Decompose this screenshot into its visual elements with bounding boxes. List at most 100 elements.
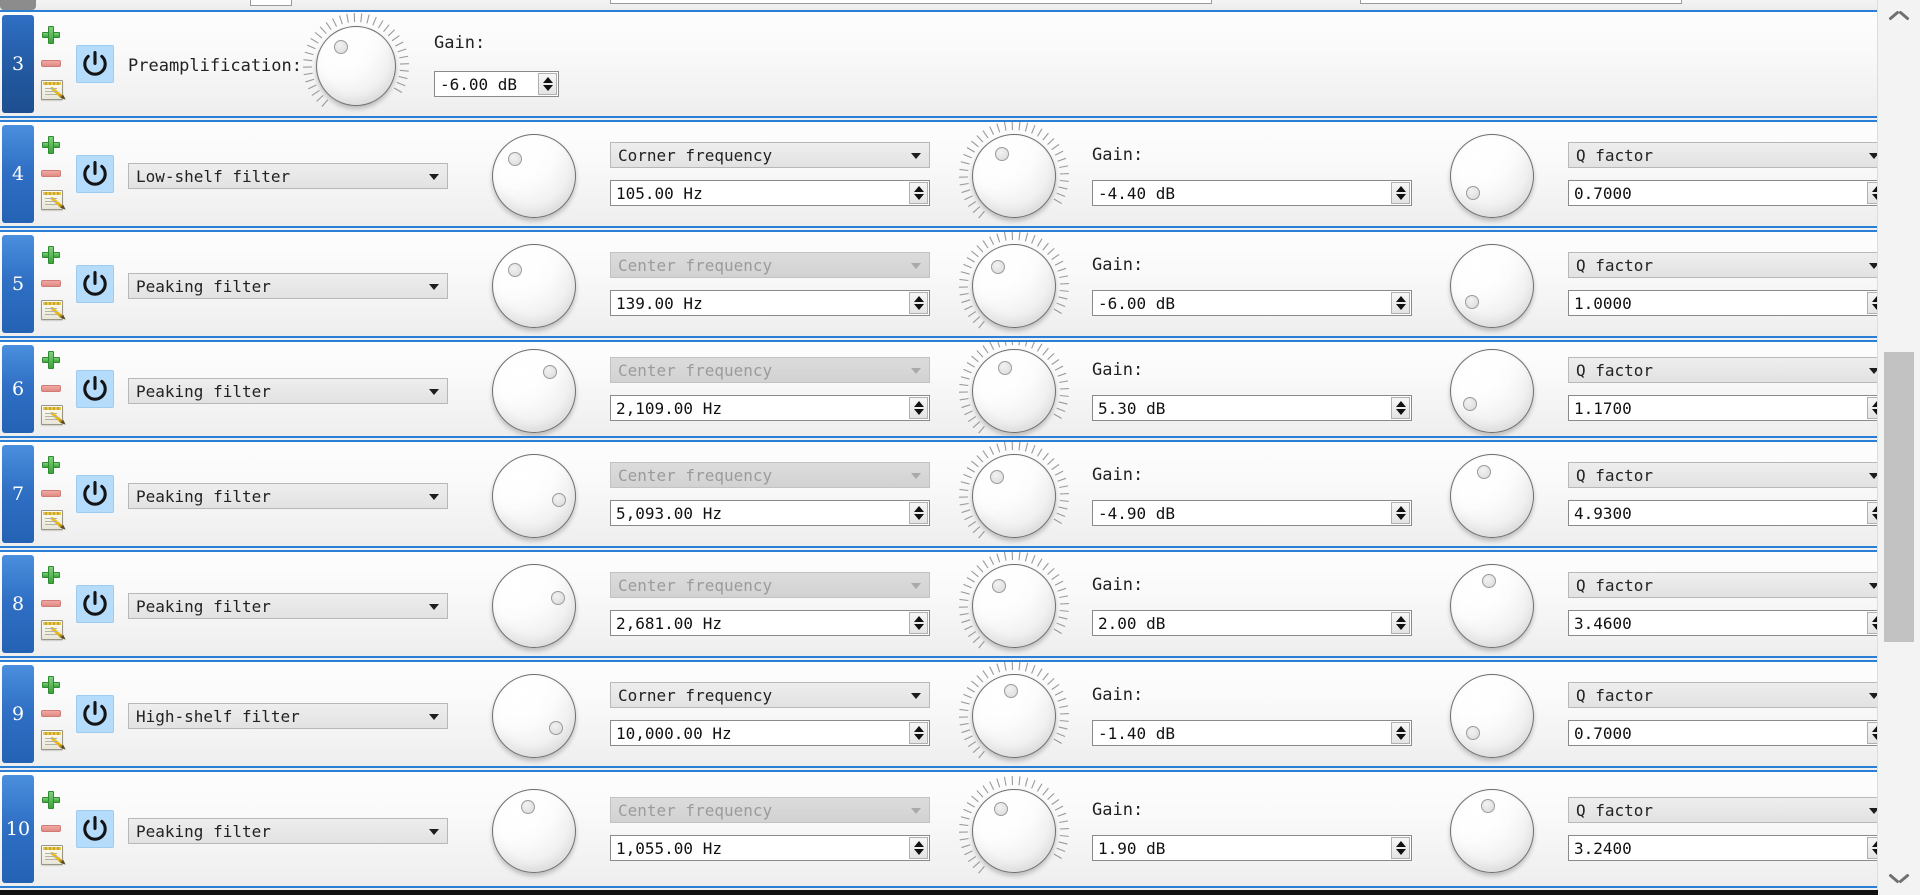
spinner-up-icon[interactable]: [1395, 726, 1406, 732]
spinner-down-icon[interactable]: [913, 849, 924, 855]
q-factor-knob[interactable]: [1434, 232, 1550, 336]
gain-knob[interactable]: [956, 122, 1072, 226]
edit-filter-button[interactable]: [40, 843, 64, 865]
spinner-down-icon[interactable]: [913, 304, 924, 310]
spinner-up-icon[interactable]: [1395, 186, 1406, 192]
q-factor-knob[interactable]: [1434, 552, 1550, 656]
filter-type-select[interactable]: Low-shelf filter: [128, 163, 448, 189]
frequency-field[interactable]: 2,109.00 Hz: [610, 395, 930, 421]
spinner-up-icon[interactable]: [913, 186, 924, 192]
spinner-up-icon[interactable]: [913, 506, 924, 512]
gain-field-stepper[interactable]: [1391, 502, 1410, 524]
add-filter-button[interactable]: [40, 454, 62, 476]
gain-field-stepper[interactable]: [1391, 612, 1410, 634]
power-toggle-button[interactable]: [76, 585, 114, 623]
add-filter-button[interactable]: [40, 349, 62, 371]
q-factor-field[interactable]: 1.0000: [1568, 290, 1878, 316]
q-parameter-select[interactable]: Q factor: [1568, 797, 1878, 823]
add-filter-button[interactable]: [40, 244, 62, 266]
gain-field[interactable]: -1.40 dB: [1092, 720, 1412, 746]
spinner-down-icon[interactable]: [1395, 849, 1406, 855]
spinner-up-icon[interactable]: [913, 726, 924, 732]
filter-type-select[interactable]: Peaking filter: [128, 593, 448, 619]
q-factor-field[interactable]: 3.4600: [1568, 610, 1878, 636]
frequency-field-stepper[interactable]: [909, 837, 928, 859]
edit-filter-button[interactable]: [40, 728, 64, 750]
spinner-down-icon[interactable]: [1395, 409, 1406, 415]
frequency-knob[interactable]: [476, 442, 592, 546]
remove-filter-button[interactable]: [40, 52, 62, 74]
remove-filter-button[interactable]: [40, 377, 62, 399]
filter-type-select[interactable]: High-shelf filter: [128, 703, 448, 729]
add-filter-button[interactable]: [40, 789, 62, 811]
spinner-up-icon[interactable]: [1395, 616, 1406, 622]
gain-field[interactable]: 2.00 dB: [1092, 610, 1412, 636]
edit-filter-button[interactable]: [40, 298, 64, 320]
add-filter-button[interactable]: [40, 134, 62, 156]
gain-knob[interactable]: [956, 442, 1072, 546]
spinner-up-icon[interactable]: [913, 616, 924, 622]
q-factor-knob[interactable]: [1434, 122, 1550, 226]
q-factor-knob[interactable]: [1434, 342, 1550, 436]
edit-filter-button[interactable]: [40, 508, 64, 530]
remove-filter-button[interactable]: [40, 162, 62, 184]
spinner-down-icon[interactable]: [1395, 304, 1406, 310]
spinner-down-icon[interactable]: [913, 624, 924, 630]
q-parameter-select[interactable]: Q factor: [1568, 462, 1878, 488]
frequency-field-stepper[interactable]: [909, 292, 928, 314]
spinner-down-icon[interactable]: [913, 734, 924, 740]
edit-filter-button[interactable]: [40, 78, 64, 100]
frequency-field[interactable]: 5,093.00 Hz: [610, 500, 930, 526]
gain-field-stepper[interactable]: [1391, 722, 1410, 744]
remove-filter-button[interactable]: [40, 592, 62, 614]
vertical-scrollbar[interactable]: [1877, 0, 1920, 895]
gain-field-stepper[interactable]: [1391, 292, 1410, 314]
spinner-down-icon[interactable]: [1395, 734, 1406, 740]
frequency-field-stepper[interactable]: [909, 722, 928, 744]
scrollbar-up-button[interactable]: [1878, 0, 1920, 32]
edit-filter-button[interactable]: [40, 618, 64, 640]
spinner-up-icon[interactable]: [1395, 506, 1406, 512]
q-parameter-select[interactable]: Q factor: [1568, 252, 1878, 278]
gain-field-stepper[interactable]: [1391, 397, 1410, 419]
frequency-knob[interactable]: [476, 662, 592, 766]
power-toggle-button[interactable]: [76, 155, 114, 193]
gain-field-stepper[interactable]: [1391, 837, 1410, 859]
spinner-up-icon[interactable]: [913, 841, 924, 847]
q-factor-field[interactable]: 1.1700: [1568, 395, 1878, 421]
spinner-up-icon[interactable]: [1395, 841, 1406, 847]
remove-filter-button[interactable]: [40, 817, 62, 839]
spinner-down-icon[interactable]: [1395, 194, 1406, 200]
filter-type-select[interactable]: Peaking filter: [128, 273, 448, 299]
frequency-field[interactable]: 2,681.00 Hz: [610, 610, 930, 636]
remove-filter-button[interactable]: [40, 702, 62, 724]
frequency-field[interactable]: 10,000.00 Hz: [610, 720, 930, 746]
frequency-knob[interactable]: [476, 773, 592, 886]
power-toggle-button[interactable]: [76, 370, 114, 408]
gain-field[interactable]: 1.90 dB: [1092, 835, 1412, 861]
power-toggle-button[interactable]: [76, 475, 114, 513]
add-filter-button[interactable]: [40, 564, 62, 586]
gain-field-stepper[interactable]: [1391, 182, 1410, 204]
frequency-field-stepper[interactable]: [909, 182, 928, 204]
gain-knob[interactable]: [956, 232, 1072, 336]
q-factor-field[interactable]: 0.7000: [1568, 720, 1878, 746]
q-factor-knob[interactable]: [1434, 773, 1550, 886]
spinner-up-icon[interactable]: [1395, 401, 1406, 407]
q-factor-knob[interactable]: [1434, 442, 1550, 546]
gain-knob[interactable]: [956, 662, 1072, 766]
filter-type-select[interactable]: Peaking filter: [128, 483, 448, 509]
q-parameter-select[interactable]: Q factor: [1568, 572, 1878, 598]
q-factor-field[interactable]: 4.9300: [1568, 500, 1878, 526]
q-factor-knob[interactable]: [1434, 662, 1550, 766]
spinner-up-icon[interactable]: [1395, 296, 1406, 302]
spinner-down-icon[interactable]: [913, 409, 924, 415]
gain-knob[interactable]: [956, 773, 1072, 886]
frequency-knob[interactable]: [476, 342, 592, 436]
frequency-knob[interactable]: [476, 122, 592, 226]
frequency-parameter-select[interactable]: Corner frequency: [610, 682, 930, 708]
power-toggle-button[interactable]: [76, 810, 114, 848]
spinner-down-icon[interactable]: [542, 85, 553, 91]
frequency-field-stepper[interactable]: [909, 397, 928, 419]
spinner-down-icon[interactable]: [1395, 624, 1406, 630]
